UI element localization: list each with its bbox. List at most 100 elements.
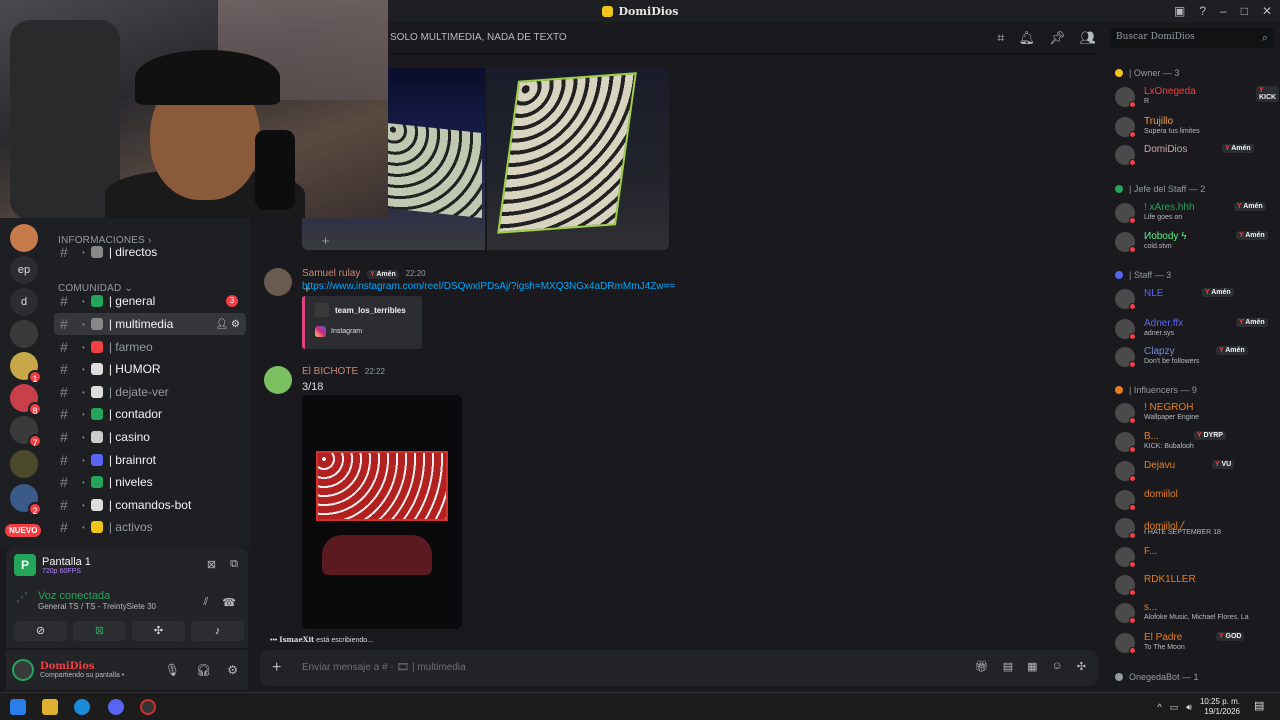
server-icon[interactable]: d (10, 288, 38, 316)
gift-icon[interactable]: 🎁︎ (975, 660, 989, 673)
discord-taskbar-icon[interactable] (108, 699, 124, 715)
stop-stream-icon[interactable]: ⊠ (207, 558, 216, 571)
disconnect-icon[interactable]: ☎ (222, 596, 236, 609)
server-icon[interactable]: 2 (10, 484, 42, 516)
obs-icon[interactable] (140, 699, 156, 715)
system-tray: ^ ▭ 🔊︎ 10:25 p. m. 19/1/2026 (1158, 697, 1240, 717)
channel-item[interactable]: # • | brainrot (54, 449, 246, 471)
add-attachment-button[interactable]: + (272, 659, 281, 677)
edge-icon[interactable] (74, 699, 90, 715)
channel-item[interactable]: # • | contador (54, 403, 246, 425)
channel-item[interactable]: # • | general 3 (54, 290, 246, 312)
member-activity: To The Moon (1144, 644, 1185, 651)
inbox-icon[interactable]: ▣ (1174, 4, 1185, 18)
member-item[interactable]: NLE Y Amén (1112, 286, 1278, 312)
server-icon[interactable] (10, 320, 38, 348)
server-icon[interactable]: 1 (10, 352, 42, 384)
avatar[interactable] (12, 659, 34, 681)
member-item[interactable]: ! NEGROH Wallpaper Engine (1112, 400, 1278, 426)
channel-item[interactable]: # • | comandos-bot (54, 494, 246, 516)
channel-item[interactable]: # • | niveles (54, 471, 246, 493)
notification-bell-icon[interactable]: 🔔︎ (1018, 30, 1035, 46)
sticker-icon[interactable]: ▦ (1027, 660, 1037, 673)
settings-icon[interactable]: ⚙ (227, 663, 238, 677)
member-item[interactable]: domiilol (1112, 487, 1278, 513)
member-item[interactable]: s... Alofoke Music, Michael Flores, La (1112, 600, 1278, 626)
members-icon[interactable]: 👥︎ (1079, 30, 1096, 46)
emoji-icon[interactable]: ☺ (1052, 660, 1063, 673)
channel-item[interactable]: # • | multimedia 👤︎ ⚙ (54, 313, 246, 335)
voice-channel[interactable]: General TS / TS - TreintySiete 30 (38, 602, 156, 611)
help-icon[interactable]: ? (1199, 4, 1206, 18)
channel-item[interactable]: # • | farmeo (54, 336, 246, 358)
channel-item[interactable]: # • | activos (54, 516, 246, 538)
maximize-button[interactable]: □ (1241, 4, 1248, 18)
member-item[interactable]: F... (1112, 544, 1278, 570)
member-item[interactable]: Clapzy Y Amén Don't be followers (1112, 344, 1278, 370)
noise-suppression-icon[interactable]: ⫽ (203, 596, 208, 609)
member-item[interactable]: RDK1LLER (1112, 572, 1278, 598)
member-item[interactable]: Trujillo Supera tus limites (1112, 114, 1278, 140)
close-button[interactable]: ✕ (1262, 4, 1272, 18)
screen-share-button[interactable]: ⊠ (73, 621, 126, 641)
invite-icon[interactable]: 👤︎ (216, 319, 229, 330)
channel-item[interactable]: # • | HUMOR (54, 358, 246, 380)
message-link[interactable]: https://www.instagram.com/reel/DSQwxIPDs… (302, 281, 675, 292)
create-channel-icon[interactable]: + (322, 233, 330, 248)
microphone-icon[interactable]: 🎙︎ (165, 663, 180, 677)
windows-start-icon[interactable] (10, 699, 26, 715)
message-composer[interactable]: + Enviar mensaje a # · 🎞 | multimedia 🎁︎… (260, 650, 1098, 686)
file-explorer-icon[interactable] (42, 699, 58, 715)
soundboard-button[interactable]: ♪ (191, 621, 244, 641)
member-item[interactable]: Adner.ffx Y Amén adner.sys (1112, 316, 1278, 342)
channel-settings-icon[interactable]: ⚙ (231, 319, 240, 330)
status-indicator (1129, 475, 1136, 482)
clock[interactable]: 10:25 p. m. 19/1/2026 (1200, 697, 1240, 717)
apps-icon[interactable]: ✣ (1077, 660, 1086, 673)
voice-status[interactable]: Voz conectada (38, 590, 156, 602)
gif-icon[interactable]: ▤ (1003, 660, 1013, 673)
activities-button[interactable]: ✣ (132, 621, 185, 641)
attachment-image[interactable] (302, 395, 462, 629)
server-icon[interactable]: ep (10, 256, 38, 284)
tray-overflow-icon[interactable]: ^ (1158, 702, 1162, 712)
minimize-button[interactable]: – (1220, 4, 1227, 18)
author-name[interactable]: El BICHOTE (302, 366, 358, 377)
channel-item[interactable]: # • | directos (54, 241, 246, 263)
instagram-embed[interactable]: team_los_terribles Instagram (302, 296, 422, 349)
member-item[interactable]: ! xAres.hhh Y Amén Life goes on (1112, 200, 1278, 226)
screen-share-row[interactable]: P Pantalla 1 720p 60FPS (14, 554, 91, 576)
member-item[interactable]: LxOnegeda Y KICK R (1112, 84, 1280, 110)
member-item[interactable]: B... Y DYRP KICK: Bubalooh (1112, 429, 1278, 455)
embed-title[interactable]: team_los_terribles (335, 306, 406, 315)
member-item[interactable]: Dejavu Y VU (1112, 458, 1278, 484)
channel-item[interactable]: # • | dejate-ver (54, 381, 246, 403)
network-icon[interactable]: ▭ (1170, 702, 1179, 713)
notification-icon[interactable]: ▤ (1254, 699, 1268, 713)
channel-item[interactable]: # • | casino (54, 426, 246, 448)
camera-button[interactable]: ⊘ (14, 621, 67, 641)
server-icon[interactable]: 8 (10, 384, 42, 416)
member-item[interactable]: domiilol〳 I HATE SEPTEMBER 18 (1112, 515, 1278, 541)
pin-icon[interactable]: 📌︎ (1049, 30, 1066, 46)
member-item[interactable]: El Padre Y GOD To The Moon (1112, 630, 1278, 656)
create-channel-icon[interactable]: + (303, 281, 311, 296)
user-panel[interactable]: DomiDios Compartiendo su pantalla • 🎙︎ 🎧… (6, 650, 248, 690)
avatar[interactable] (264, 366, 292, 394)
server-icon[interactable] (10, 224, 38, 252)
volume-icon[interactable]: 🔊︎ (1186, 702, 1192, 713)
popout-icon[interactable]: ⧉ (230, 558, 238, 571)
message-author[interactable]: El BICHOTE 22:22 (302, 366, 385, 377)
member-item[interactable]: DomiDios Y Amén (1112, 142, 1278, 168)
headphones-icon[interactable]: 🎧︎ (196, 663, 211, 677)
avatar[interactable] (264, 268, 292, 296)
attachment-image[interactable] (487, 68, 669, 250)
member-item[interactable]: Иobody ϟ Y Amén cold.stvn (1112, 229, 1278, 255)
server-icon[interactable]: 7 (10, 416, 42, 448)
threads-icon[interactable]: ⌗ (997, 30, 1004, 46)
clock-date: 19/1/2026 (1204, 707, 1240, 716)
author-name[interactable]: Samuel rulay (302, 268, 360, 279)
message-author[interactable]: Samuel rulay Y Amén 22:20 (302, 268, 426, 279)
search-input[interactable]: Buscar DomiDios ⌕ (1110, 28, 1274, 48)
server-icon[interactable] (10, 450, 38, 478)
